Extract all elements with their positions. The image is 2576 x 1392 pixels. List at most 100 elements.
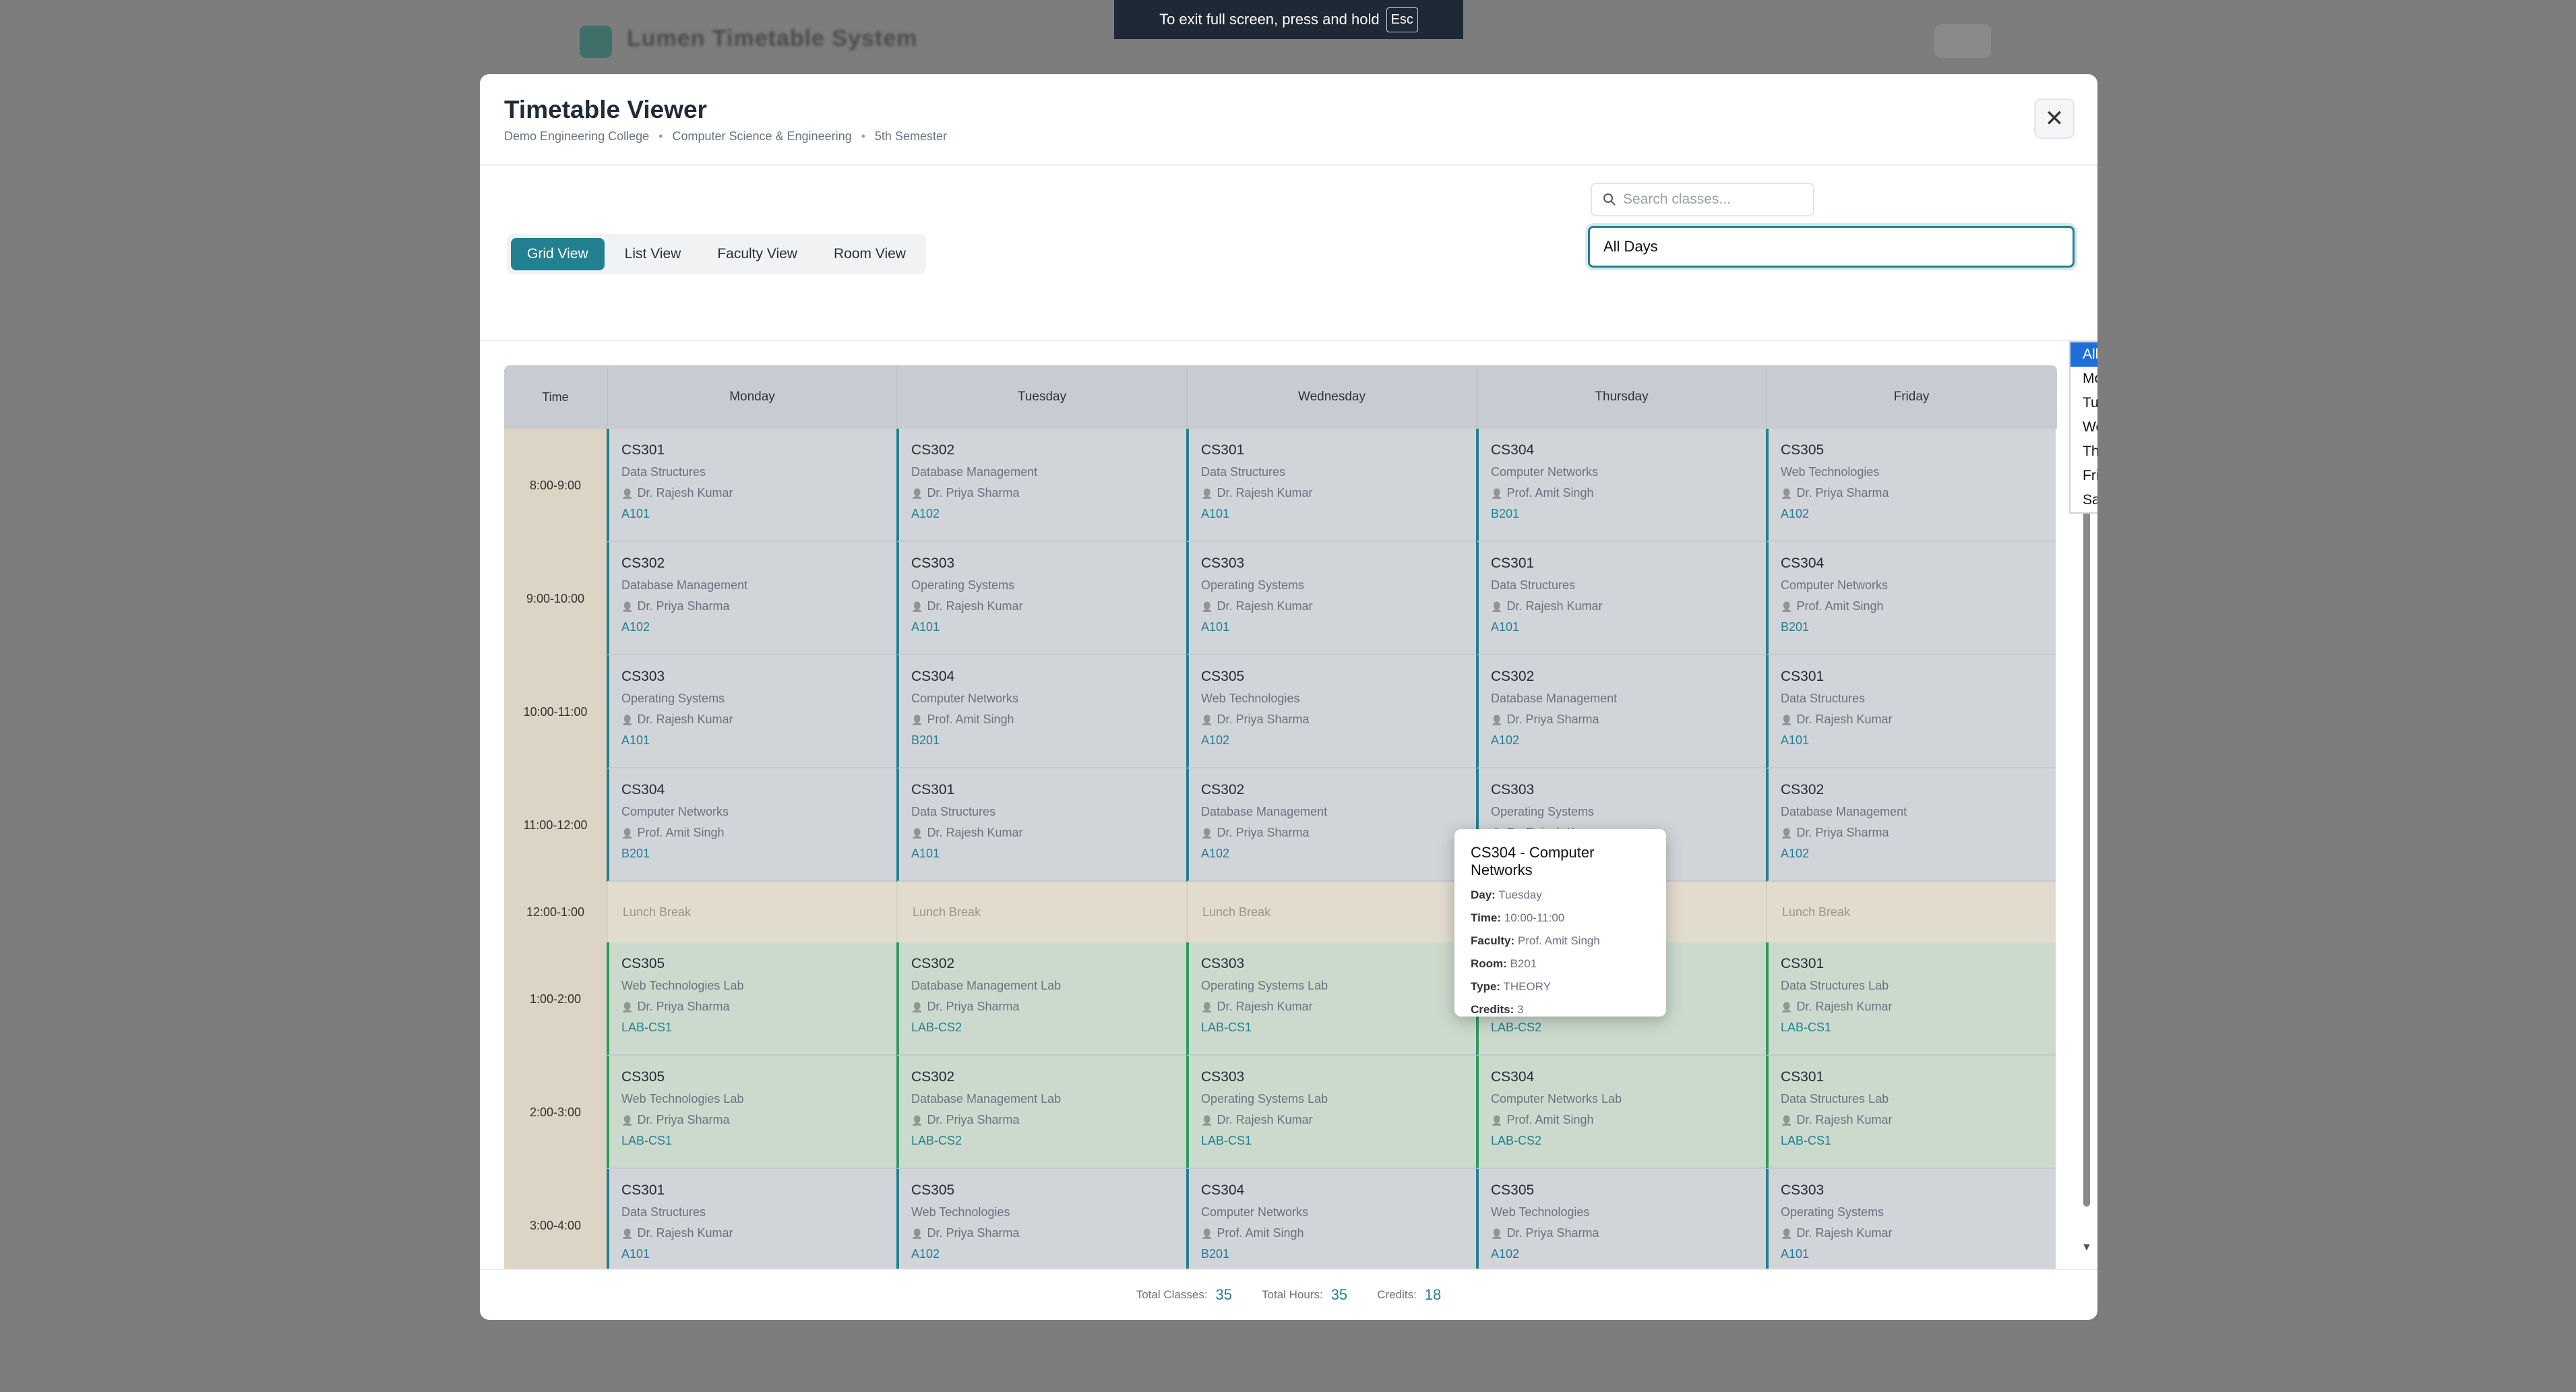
day-option[interactable]: All Days [2071,342,2097,367]
tab-faculty-view[interactable]: Faculty View [701,238,814,270]
class-tooltip: CS304 - Computer Networks Day: Tuesday T… [1454,829,1666,1017]
class-slot[interactable]: CS304 Computer Networks Prof. Amit Singh B2… [896,655,1186,768]
search-input[interactable]: Search classes... [1591,183,1814,216]
faculty-name: Dr. Priya Sharma [621,1113,884,1127]
timetable-grid-area[interactable]: Time Monday Tuesday Wednesday Thursday F… [480,341,2097,1269]
class-slot[interactable]: CS303 Operating Systems Dr. Rajesh Kumar A1… [1766,1169,2056,1269]
class-slot[interactable]: CS304 Computer Networks Prof. Amit Singh B2… [607,768,896,882]
faculty-name: Dr. Rajesh Kumar [1781,1113,2044,1127]
faculty-name: Dr. Rajesh Kumar [1491,599,1754,613]
class-slot[interactable]: CS301 Data Structures Lab Dr. Rajesh Kumar… [1766,1056,2056,1169]
class-slot[interactable]: CS303 Operating Systems Dr. Rajesh Kumar A1… [896,542,1186,655]
faculty-name: Prof. Amit Singh [1201,1226,1464,1240]
course-code: CS303 [911,555,955,571]
breadcrumb-college: Demo Engineering College [504,129,650,143]
class-slot[interactable]: CS305 Web Technologies Dr. Priya Sharma A10… [1766,429,2056,542]
class-slot[interactable]: CS303 Operating Systems Lab Dr. Rajesh Kum… [1186,1056,1476,1169]
class-slot[interactable]: CS303 Operating Systems Lab Dr. Rajesh Kum… [1186,942,1476,1056]
course-name: Operating Systems [911,578,1015,592]
day-option[interactable]: Tuesday [2071,391,2097,415]
class-slot[interactable]: CS301 Data Structures Dr. Rajesh Kumar A101 [1476,542,1766,655]
class-slot[interactable]: CS301 Data Structures Lab Dr. Rajesh Kumar… [1766,942,2056,1056]
course-code: CS303 [621,669,665,684]
class-slot[interactable]: CS302 Database Management Dr. Priya Sharma… [607,542,896,655]
course-code: CS305 [1781,442,1824,458]
course-name: Computer Networks [911,692,1019,705]
faculty-name: Prof. Amit Singh [621,826,884,840]
faculty-name: Dr. Rajesh Kumar [911,599,1174,613]
day-filter-options[interactable]: All DaysMondayTuesdayWednesdayThursdayFr… [2069,341,2097,514]
day-option[interactable]: Monday [2071,367,2097,391]
view-tabs: Grid View List View Faculty View Room Vi… [507,234,926,274]
day-option[interactable]: Wednesday [2071,415,2097,440]
day-option[interactable]: Friday [2071,464,2097,488]
day-filter-select[interactable]: All Days [1588,226,2075,268]
separator-dot: • [861,129,865,143]
class-slot[interactable]: CS302 Database Management Lab Dr. Priya Sh… [896,942,1186,1056]
class-slot[interactable]: CS302 Database Management Dr. Priya Sharma… [1186,768,1476,882]
faculty-name: Dr. Rajesh Kumar [621,1226,884,1240]
faculty-name: Dr. Priya Sharma [911,1113,1174,1127]
tab-grid-view[interactable]: Grid View [511,238,605,270]
room-label: B201 [621,847,650,860]
course-code: CS305 [621,1069,665,1085]
class-slot[interactable]: CS305 Web Technologies Lab Dr. Priya Sharm… [607,942,896,1056]
close-button[interactable]: ✕ [2034,98,2075,139]
class-slot[interactable]: CS303 Operating Systems Dr. Rajesh Kumar A1… [1186,542,1476,655]
class-slot[interactable]: CS302 Database Management Dr. Priya Sharma… [1476,655,1766,768]
room-label: LAB-CS1 [1201,1021,1252,1034]
class-slot[interactable]: CS303 Operating Systems Dr. Rajesh Kumar A1… [607,655,896,768]
time-cell: 12:00-1:00 [504,882,607,942]
room-label: A101 [1201,507,1230,520]
fullscreen-text: To exit full screen, press and hold [1159,11,1380,28]
room-label: A102 [1201,847,1230,860]
course-name: Web Technologies [1781,465,1880,479]
room-label: A101 [1201,620,1230,634]
day-option[interactable]: Saturday [2071,488,2097,512]
room-label: LAB-CS2 [1491,1134,1542,1147]
total-hours-stat: Total Hours: 35 [1262,1286,1348,1303]
course-name: Web Technologies Lab [621,979,744,992]
room-label: A101 [1781,733,1810,747]
faculty-name: Dr. Priya Sharma [911,486,1174,500]
lunch-row: 12:00-1:00 Lunch Break Lunch Break Lunch… [504,882,2057,942]
class-slot[interactable]: CS302 Database Management Dr. Priya Sharma… [896,429,1186,542]
faculty-name: Dr. Priya Sharma [1201,826,1464,840]
class-slot[interactable]: CS301 Data Structures Dr. Rajesh Kumar A101 [1186,429,1476,542]
time-cell: 1:00-2:00 [504,942,607,1056]
faculty-name: Prof. Amit Singh [1491,1113,1754,1127]
class-slot[interactable]: CS302 Database Management Lab Dr. Priya Sh… [896,1056,1186,1169]
course-name: Computer Networks [621,805,729,818]
room-label: LAB-CS1 [1201,1134,1252,1147]
time-cell: 10:00-11:00 [504,655,607,768]
class-slot[interactable]: CS301 Data Structures Dr. Rajesh Kumar A101 [896,768,1186,882]
day-option[interactable]: Thursday [2071,440,2097,464]
class-slot[interactable]: CS304 Computer Networks Prof. Amit Singh B2… [1766,542,2056,655]
class-slot[interactable]: CS301 Data Structures Dr. Rajesh Kumar A101 [607,429,896,542]
course-code: CS304 [1201,1182,1245,1198]
class-slot[interactable]: CS305 Web Technologies Lab Dr. Priya Sharm… [607,1056,896,1169]
class-slot[interactable]: CS301 Data Structures Dr. Rajesh Kumar A101 [607,1169,896,1269]
tab-room-view[interactable]: Room View [818,238,922,270]
class-slot[interactable]: CS304 Computer Networks Prof. Amit Singh B2… [1186,1169,1476,1269]
class-slot[interactable]: CS304 Computer Networks Prof. Amit Singh B2… [1476,429,1766,542]
faculty-name: Dr. Priya Sharma [1781,486,2044,500]
class-slot[interactable]: CS305 Web Technologies Dr. Priya Sharma A10… [1186,655,1476,768]
tab-list-view[interactable]: List View [609,238,698,270]
course-code: CS301 [1201,442,1245,458]
scroll-down-arrow-icon[interactable]: ▼ [2081,1242,2092,1254]
course-code: CS301 [621,1182,665,1198]
class-slot[interactable]: CS304 Computer Networks Lab Prof. Amit Sin… [1476,1056,1766,1169]
class-slot[interactable]: CS301 Data Structures Dr. Rajesh Kumar A101 [1766,655,2056,768]
room-label: LAB-CS2 [911,1134,962,1147]
room-label: A102 [1781,847,1810,860]
class-slot[interactable]: CS302 Database Management Dr. Priya Sharma… [1766,768,2056,882]
room-label: B201 [1781,620,1810,634]
course-code: CS304 [621,782,665,797]
class-slot[interactable]: CS305 Web Technologies Dr. Priya Sharma A10… [1476,1169,1766,1269]
course-name: Data Structures [621,465,706,479]
class-slot[interactable]: CS305 Web Technologies Dr. Priya Sharma A10… [896,1169,1186,1269]
course-name: Operating Systems Lab [1201,1092,1328,1106]
time-cell: 2:00-3:00 [504,1056,607,1169]
course-name: Data Structures Lab [1781,979,1889,992]
